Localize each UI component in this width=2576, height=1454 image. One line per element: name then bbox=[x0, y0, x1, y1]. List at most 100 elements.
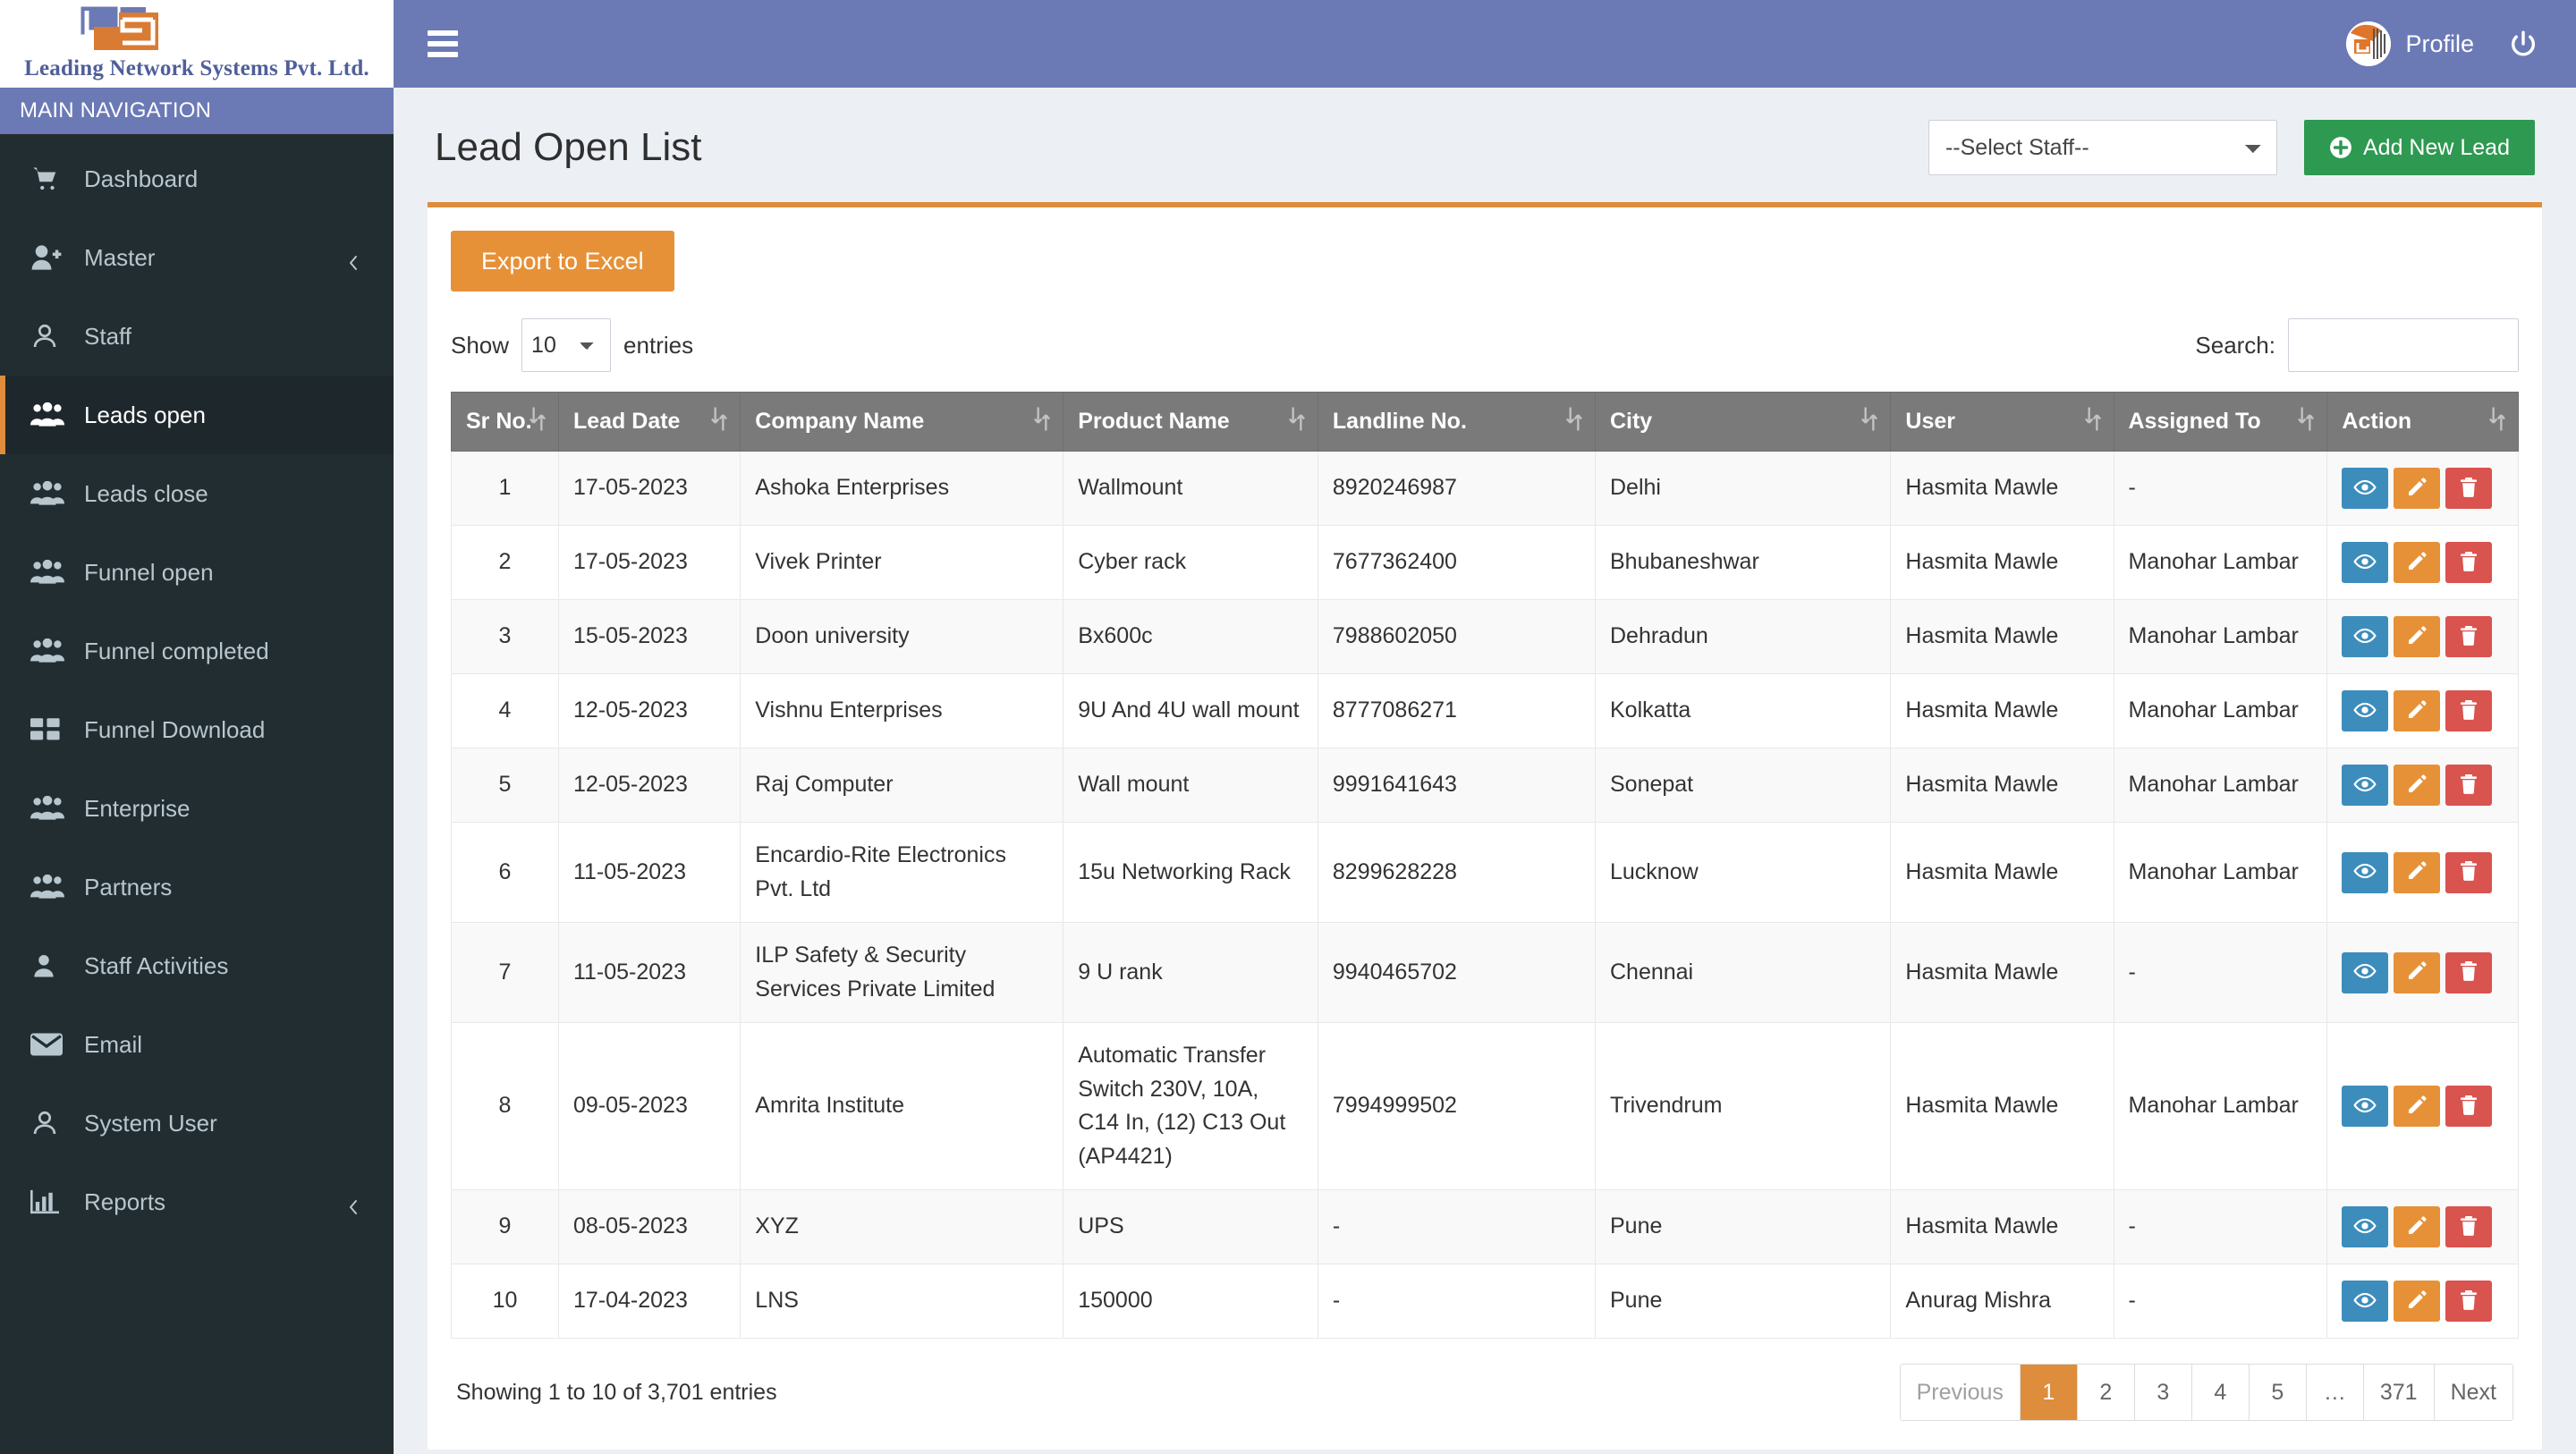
view-button[interactable] bbox=[2342, 468, 2389, 509]
sidebar-item-staff-activities[interactable]: Staff Activities bbox=[0, 926, 394, 1005]
page-length-select[interactable]: 102550100 bbox=[521, 318, 612, 372]
column-header-city[interactable]: City bbox=[1594, 392, 1892, 452]
staff-select[interactable]: --Select Staff-- bbox=[1928, 120, 2277, 175]
user-icon bbox=[30, 321, 72, 351]
cell-product: Wallmount bbox=[1063, 451, 1318, 526]
delete-button[interactable] bbox=[2445, 468, 2493, 509]
pagination-previous[interactable]: Previous bbox=[1900, 1365, 2021, 1420]
sort-icon bbox=[1034, 407, 1051, 436]
column-header-action[interactable]: Action bbox=[2326, 392, 2519, 452]
edit-button[interactable] bbox=[2394, 616, 2441, 657]
sidebar-item-email[interactable]: Email bbox=[0, 1005, 394, 1084]
action-buttons bbox=[2342, 1281, 2504, 1322]
delete-button[interactable] bbox=[2445, 1281, 2493, 1322]
pencil-icon bbox=[2406, 960, 2428, 985]
column-header-company-name[interactable]: Company Name bbox=[740, 392, 1064, 452]
trash-icon bbox=[2459, 699, 2479, 723]
sidebar-item-funnel-download[interactable]: Funnel Download bbox=[0, 690, 394, 769]
view-button[interactable] bbox=[2342, 765, 2389, 806]
delete-button[interactable] bbox=[2445, 951, 2493, 993]
cell-user: Hasmita Mawle bbox=[1890, 822, 2114, 923]
column-header-landline-no[interactable]: Landline No. bbox=[1317, 392, 1596, 452]
action-buttons bbox=[2342, 1206, 2504, 1247]
pagination-page-2[interactable]: 2 bbox=[2077, 1365, 2135, 1420]
delete-button[interactable] bbox=[2445, 851, 2493, 893]
column-header-label: Lead Date bbox=[572, 409, 681, 434]
cell-landline: 7994999502 bbox=[1317, 1022, 1596, 1190]
sidebar-item-master[interactable]: Master bbox=[0, 218, 394, 297]
pagination-page-1[interactable]: 1 bbox=[2020, 1365, 2078, 1420]
sidebar-item-funnel-completed[interactable]: Funnel completed bbox=[0, 612, 394, 690]
view-button[interactable] bbox=[2342, 951, 2389, 993]
sidebar-item-enterprise[interactable]: Enterprise bbox=[0, 769, 394, 848]
delete-button[interactable] bbox=[2445, 616, 2493, 657]
column-header-label: Landline No. bbox=[1332, 409, 1467, 434]
view-button[interactable] bbox=[2342, 1206, 2389, 1247]
sidebar-item-funnel-open[interactable]: Funnel open bbox=[0, 533, 394, 612]
sidebar-item-leads-open[interactable]: Leads open bbox=[0, 376, 394, 454]
trash-icon bbox=[2459, 1215, 2479, 1239]
view-button[interactable] bbox=[2342, 690, 2389, 731]
edit-button[interactable] bbox=[2394, 765, 2441, 806]
show-label: Show bbox=[451, 331, 510, 359]
action-buttons bbox=[2342, 851, 2504, 893]
pagination-page-3[interactable]: 3 bbox=[2134, 1365, 2192, 1420]
edit-button[interactable] bbox=[2394, 542, 2441, 583]
sidebar-item-dashboard[interactable]: Dashboard bbox=[0, 139, 394, 218]
view-button[interactable] bbox=[2342, 1086, 2389, 1127]
trash-icon bbox=[2459, 551, 2479, 575]
column-header-sr-no[interactable]: Sr No. bbox=[451, 392, 559, 452]
brand-logo[interactable]: Leading Network Systems Pvt. Ltd. bbox=[0, 0, 394, 88]
action-buttons bbox=[2342, 690, 2504, 731]
pagination-page-371[interactable]: 371 bbox=[2363, 1365, 2435, 1420]
edit-button[interactable] bbox=[2394, 468, 2441, 509]
power-icon[interactable] bbox=[2508, 29, 2538, 59]
pagination-page-5[interactable]: 5 bbox=[2249, 1365, 2307, 1420]
edit-button[interactable] bbox=[2394, 851, 2441, 893]
users-icon bbox=[30, 478, 72, 509]
view-button[interactable] bbox=[2342, 1281, 2389, 1322]
table-row: 6 11-05-2023 Encardio-Rite Electronics Pvt… bbox=[451, 822, 2519, 923]
sidebar-item-leads-close[interactable]: Leads close bbox=[0, 454, 394, 533]
pencil-icon bbox=[2406, 625, 2428, 649]
view-button[interactable] bbox=[2342, 851, 2389, 893]
cell-action bbox=[2326, 748, 2519, 823]
edit-button[interactable] bbox=[2394, 690, 2441, 731]
sidebar-item-system-user[interactable]: System User bbox=[0, 1084, 394, 1162]
search-input[interactable] bbox=[2288, 318, 2519, 372]
cell-sr: 3 bbox=[451, 599, 559, 674]
column-header-assigned-to[interactable]: Assigned To bbox=[2113, 392, 2328, 452]
view-button[interactable] bbox=[2342, 542, 2389, 583]
sidebar-item-reports[interactable]: Reports bbox=[0, 1162, 394, 1241]
grid-icon bbox=[30, 714, 72, 745]
pagination-page-…[interactable]: … bbox=[2306, 1365, 2364, 1420]
cell-company: Vishnu Enterprises bbox=[740, 673, 1064, 748]
column-header-user[interactable]: User bbox=[1890, 392, 2114, 452]
edit-button[interactable] bbox=[2394, 1281, 2441, 1322]
sidebar-item-partners[interactable]: Partners bbox=[0, 848, 394, 926]
column-header-product-name[interactable]: Product Name bbox=[1063, 392, 1318, 452]
cell-company: Ashoka Enterprises bbox=[740, 451, 1064, 526]
delete-button[interactable] bbox=[2445, 1086, 2493, 1127]
table-row: 1 17-05-2023 Ashoka Enterprises Wallmount 89… bbox=[451, 451, 2519, 526]
profile-menu[interactable]: Profile bbox=[2346, 21, 2474, 66]
delete-button[interactable] bbox=[2445, 765, 2493, 806]
user-icon bbox=[30, 1108, 72, 1138]
pagination-next[interactable]: Next bbox=[2434, 1365, 2512, 1420]
delete-button[interactable] bbox=[2445, 542, 2493, 583]
pagination-page-4[interactable]: 4 bbox=[2191, 1365, 2250, 1420]
pencil-icon bbox=[2406, 1215, 2428, 1239]
edit-button[interactable] bbox=[2394, 1206, 2441, 1247]
sidebar-item-staff[interactable]: Staff bbox=[0, 297, 394, 376]
edit-button[interactable] bbox=[2394, 951, 2441, 993]
export-to-excel-button[interactable]: Export to Excel bbox=[451, 231, 674, 292]
delete-button[interactable] bbox=[2445, 690, 2493, 731]
cell-company: Encardio-Rite Electronics Pvt. Ltd bbox=[740, 822, 1064, 923]
add-new-lead-button[interactable]: Add New Lead bbox=[2303, 120, 2535, 175]
eye-icon bbox=[2353, 773, 2377, 799]
view-button[interactable] bbox=[2342, 616, 2389, 657]
column-header-lead-date[interactable]: Lead Date bbox=[557, 392, 741, 452]
hamburger-icon[interactable] bbox=[428, 30, 458, 57]
edit-button[interactable] bbox=[2394, 1086, 2441, 1127]
delete-button[interactable] bbox=[2445, 1206, 2493, 1247]
